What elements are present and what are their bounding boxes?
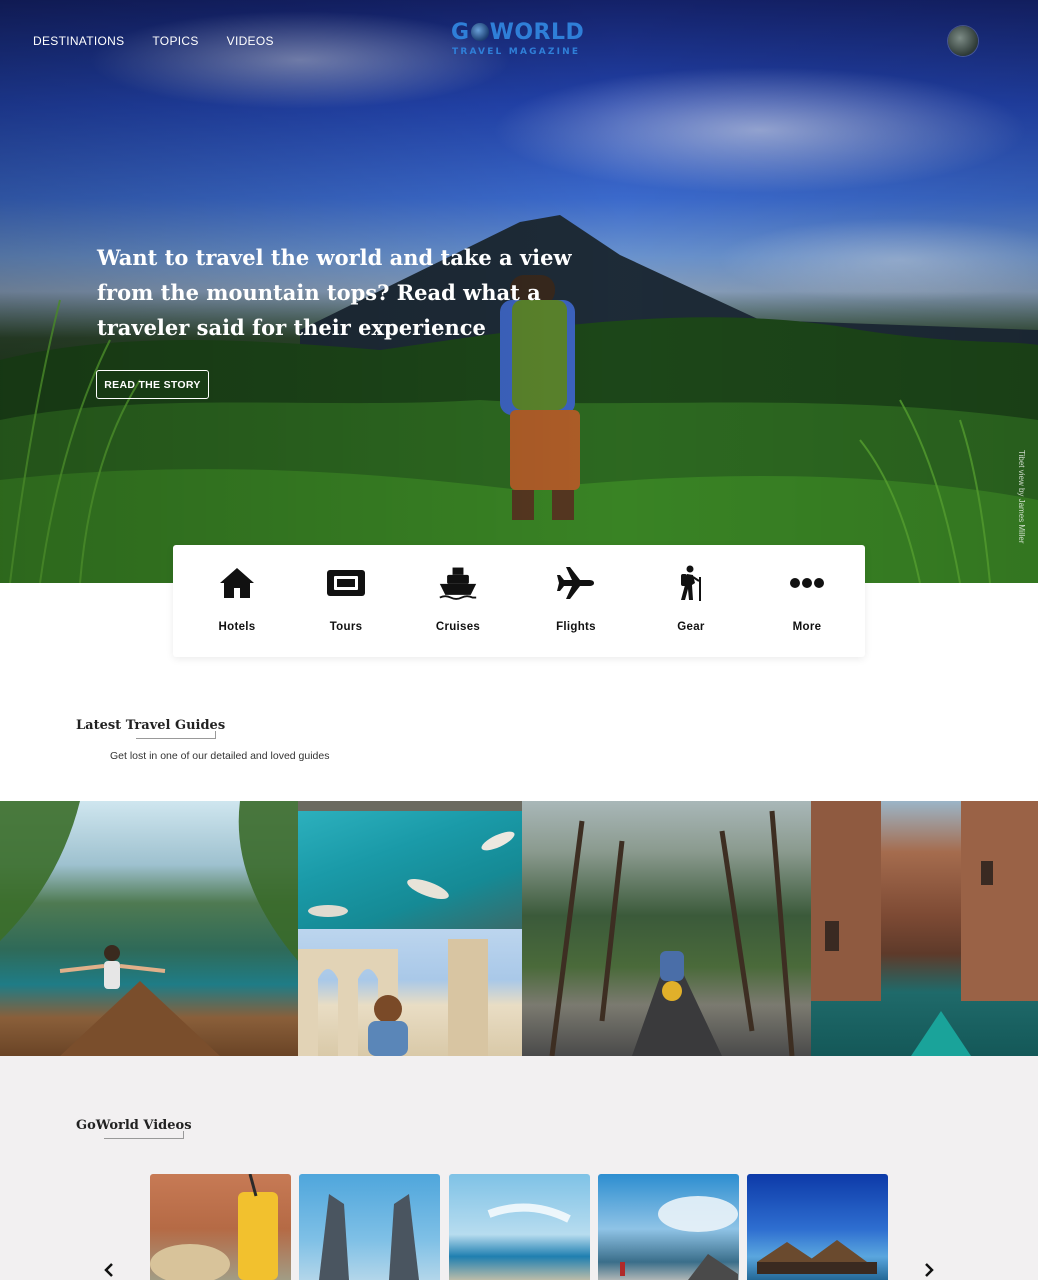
nav-videos[interactable]: VIDEOS	[227, 34, 274, 48]
photo-credit: Tibet view by James Miller	[1017, 450, 1026, 544]
chevron-left-icon[interactable]	[101, 1262, 117, 1278]
video-thumbnail[interactable]	[747, 1174, 888, 1280]
video-thumbnail[interactable]	[299, 1174, 440, 1280]
video-thumbnail[interactable]	[598, 1174, 739, 1280]
hero-banner: DESTINATIONS TOPICS VIDEOS G WORLD TRAVEL…	[0, 0, 1038, 583]
videos-title: GoWorld Videos	[76, 1118, 192, 1139]
user-avatar[interactable]	[948, 26, 978, 56]
more-dots-icon	[787, 565, 827, 601]
guide-tile-harbor[interactable]	[298, 801, 522, 929]
globe-icon	[470, 23, 489, 41]
video-thumbnail[interactable]	[150, 1174, 291, 1280]
guide-tile-venice[interactable]	[811, 801, 1038, 1056]
chevron-right-icon[interactable]	[921, 1262, 937, 1278]
category-cruises[interactable]: Cruises	[413, 545, 503, 657]
videos-section: GoWorld Videos	[0, 1056, 1038, 1280]
category-gear[interactable]: Gear	[646, 545, 736, 657]
airplane-icon	[556, 565, 596, 601]
top-nav: DESTINATIONS TOPICS VIDEOS	[33, 34, 274, 48]
guide-tile-ruins[interactable]	[298, 929, 522, 1056]
read-story-button[interactable]: READ THE STORY	[96, 370, 209, 399]
guides-gallery	[0, 801, 1038, 1056]
category-bar: Hotels Tours Cruises Flights Gear More	[173, 545, 865, 657]
category-hotels[interactable]: Hotels	[192, 545, 282, 657]
guide-tile-palm-road[interactable]	[522, 801, 811, 1056]
ship-icon	[438, 565, 478, 601]
guides-subtitle: Get lost in one of our detailed and love…	[110, 750, 330, 762]
house-icon	[217, 565, 257, 601]
guides-title: Latest Travel Guides	[76, 718, 225, 739]
video-thumbnail[interactable]	[449, 1174, 590, 1280]
guide-tile-boat-traveler[interactable]	[0, 801, 298, 1056]
hero-headline: Want to travel the world and take a view…	[97, 245, 572, 340]
category-tours[interactable]: Tours	[301, 545, 391, 657]
site-logo[interactable]: G WORLD TRAVEL MAGAZINE	[451, 20, 591, 62]
ticket-icon	[326, 565, 366, 601]
nav-topics[interactable]: TOPICS	[152, 34, 198, 48]
hiker-icon	[671, 565, 711, 601]
nav-destinations[interactable]: DESTINATIONS	[33, 34, 124, 48]
category-flights[interactable]: Flights	[531, 545, 621, 657]
category-more[interactable]: More	[762, 545, 852, 657]
